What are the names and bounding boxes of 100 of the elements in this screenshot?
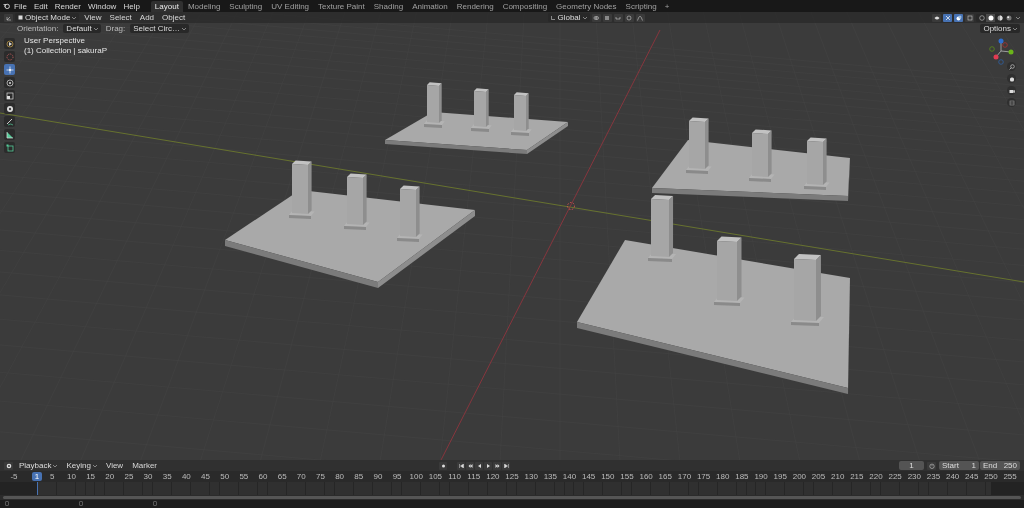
caret-icon: [72, 16, 77, 19]
menu-item[interactable]: View: [81, 13, 105, 22]
current-frame-field[interactable]: 1: [899, 461, 924, 470]
falloff-button[interactable]: [635, 13, 645, 22]
timeline-menu[interactable]: Keying: [63, 461, 100, 470]
menu-item[interactable]: Select: [106, 13, 135, 22]
play-reverse-button[interactable]: [475, 461, 484, 470]
measure-tool-icon[interactable]: [4, 129, 15, 140]
mouse-icon: [79, 500, 83, 506]
zoom-button[interactable]: [1007, 62, 1016, 71]
play-button[interactable]: [484, 461, 493, 470]
workspace-tab[interactable]: Texture Paint: [314, 0, 369, 12]
frame-number: 185: [734, 472, 750, 481]
start-frame-field[interactable]: Start 1: [939, 461, 979, 470]
visibility-button[interactable]: [932, 13, 941, 22]
pan-hand-button[interactable]: [1007, 74, 1016, 83]
frame-number: 155: [619, 472, 635, 481]
frame-number: 55: [238, 472, 250, 481]
frame-number: 200: [791, 472, 808, 481]
stopwatch-button[interactable]: [927, 461, 936, 470]
editor-type-button[interactable]: [4, 461, 13, 470]
rendered-shading-button[interactable]: [1004, 13, 1013, 22]
current-frame-marker[interactable]: 1: [32, 472, 42, 481]
frame-number: 95: [391, 472, 403, 481]
add-workspace-button[interactable]: +: [661, 1, 673, 11]
frame-number: 25: [123, 472, 135, 481]
wireframe-shading-button[interactable]: [977, 13, 986, 22]
frame-number: 40: [180, 472, 192, 481]
scale-tool-icon[interactable]: [4, 90, 15, 101]
previous-keyframe-button[interactable]: [466, 461, 475, 470]
workspace-tab[interactable]: Geometry Nodes: [552, 0, 621, 12]
next-keyframe-button[interactable]: [493, 461, 502, 470]
frame-number: -5: [9, 472, 19, 481]
menu-item[interactable]: File: [11, 1, 30, 11]
menu-item[interactable]: Add: [136, 13, 158, 22]
add-cube-tool-icon[interactable]: [4, 142, 15, 153]
annotate-tool-icon[interactable]: [4, 116, 15, 127]
gizmo-toggle-button[interactable]: [943, 13, 952, 22]
menu-item[interactable]: Object: [159, 13, 189, 22]
material-shading-button[interactable]: [995, 13, 1004, 22]
transform-orientation-dropdown[interactable]: Default: [63, 24, 101, 33]
workspace-tab[interactable]: Shading: [369, 0, 408, 12]
camera-button[interactable]: [1007, 86, 1016, 95]
view-name-text: User Perspective: [24, 36, 86, 45]
options-dropdown[interactable]: Options: [980, 24, 1020, 33]
frame-number: 80: [334, 472, 346, 481]
transform-tool-icon[interactable]: [4, 103, 15, 114]
frame-number: 120: [485, 472, 501, 481]
workspace-tab[interactable]: Animation: [408, 0, 452, 12]
timeline-menu[interactable]: Playback: [16, 461, 61, 470]
overlays-button[interactable]: [954, 13, 963, 22]
frame-number: 205: [810, 472, 827, 481]
timeline-menu[interactable]: Marker: [129, 461, 161, 470]
frame-number: 5: [49, 472, 56, 481]
frame-number: 250: [983, 472, 999, 481]
orientation-dropdown[interactable]: Global: [548, 13, 590, 22]
frame-number: 75: [315, 472, 326, 481]
mode-dropdown[interactable]: Object Mode: [15, 13, 80, 22]
move-tool-icon[interactable]: [4, 64, 15, 75]
workspace-tab[interactable]: Rendering: [452, 0, 498, 12]
jump-start-button[interactable]: [457, 461, 466, 470]
workspace-tab[interactable]: Sculpting: [225, 0, 267, 12]
snap-target-button[interactable]: [613, 13, 623, 22]
menu-item[interactable]: Window: [84, 1, 120, 11]
end-frame-field[interactable]: End 250: [980, 461, 1020, 470]
axis-gizmo-icon[interactable]: [986, 36, 1016, 66]
pivot-button[interactable]: [591, 13, 601, 22]
drag-dropdown[interactable]: Select Circ…: [130, 24, 189, 33]
frame-number: 45: [200, 472, 211, 481]
menu-item[interactable]: Render: [51, 1, 84, 11]
cube-icon: [18, 15, 23, 20]
blender-logo-icon[interactable]: [3, 3, 10, 9]
proportional-edit-button[interactable]: [624, 13, 634, 22]
editor-type-button[interactable]: [4, 13, 13, 22]
frame-number: 85: [353, 472, 365, 481]
workspace-tab[interactable]: Layout: [150, 0, 183, 12]
workspace-tab[interactable]: Modeling: [183, 0, 225, 12]
frame-number: 35: [161, 472, 173, 481]
select-tool-icon[interactable]: [4, 38, 15, 49]
caret-icon: [181, 27, 186, 30]
menu-item[interactable]: Edit: [30, 1, 51, 11]
frame-number: 165: [657, 472, 673, 481]
frame-number: 210: [830, 472, 846, 481]
caret-icon: [1013, 27, 1017, 30]
jump-end-button[interactable]: [502, 461, 511, 470]
mouse-icon: [153, 500, 157, 506]
record-button[interactable]: [439, 461, 448, 470]
workspace-tab[interactable]: Scripting: [621, 0, 661, 12]
scrollbar[interactable]: [3, 496, 1021, 499]
workspace-tab[interactable]: Compositing: [498, 0, 552, 12]
frame-number: 70: [295, 472, 307, 481]
rotate-tool-icon[interactable]: [4, 77, 15, 88]
workspace-tab[interactable]: UV Editing: [267, 0, 314, 12]
solid-shading-button[interactable]: [986, 13, 995, 22]
frame-number: 10: [66, 472, 77, 481]
timeline-menu[interactable]: View: [102, 461, 127, 470]
menu-item[interactable]: Help: [120, 1, 143, 11]
xray-button[interactable]: [965, 13, 974, 22]
snap-button[interactable]: [602, 13, 612, 22]
frame-number: 175: [695, 472, 712, 481]
